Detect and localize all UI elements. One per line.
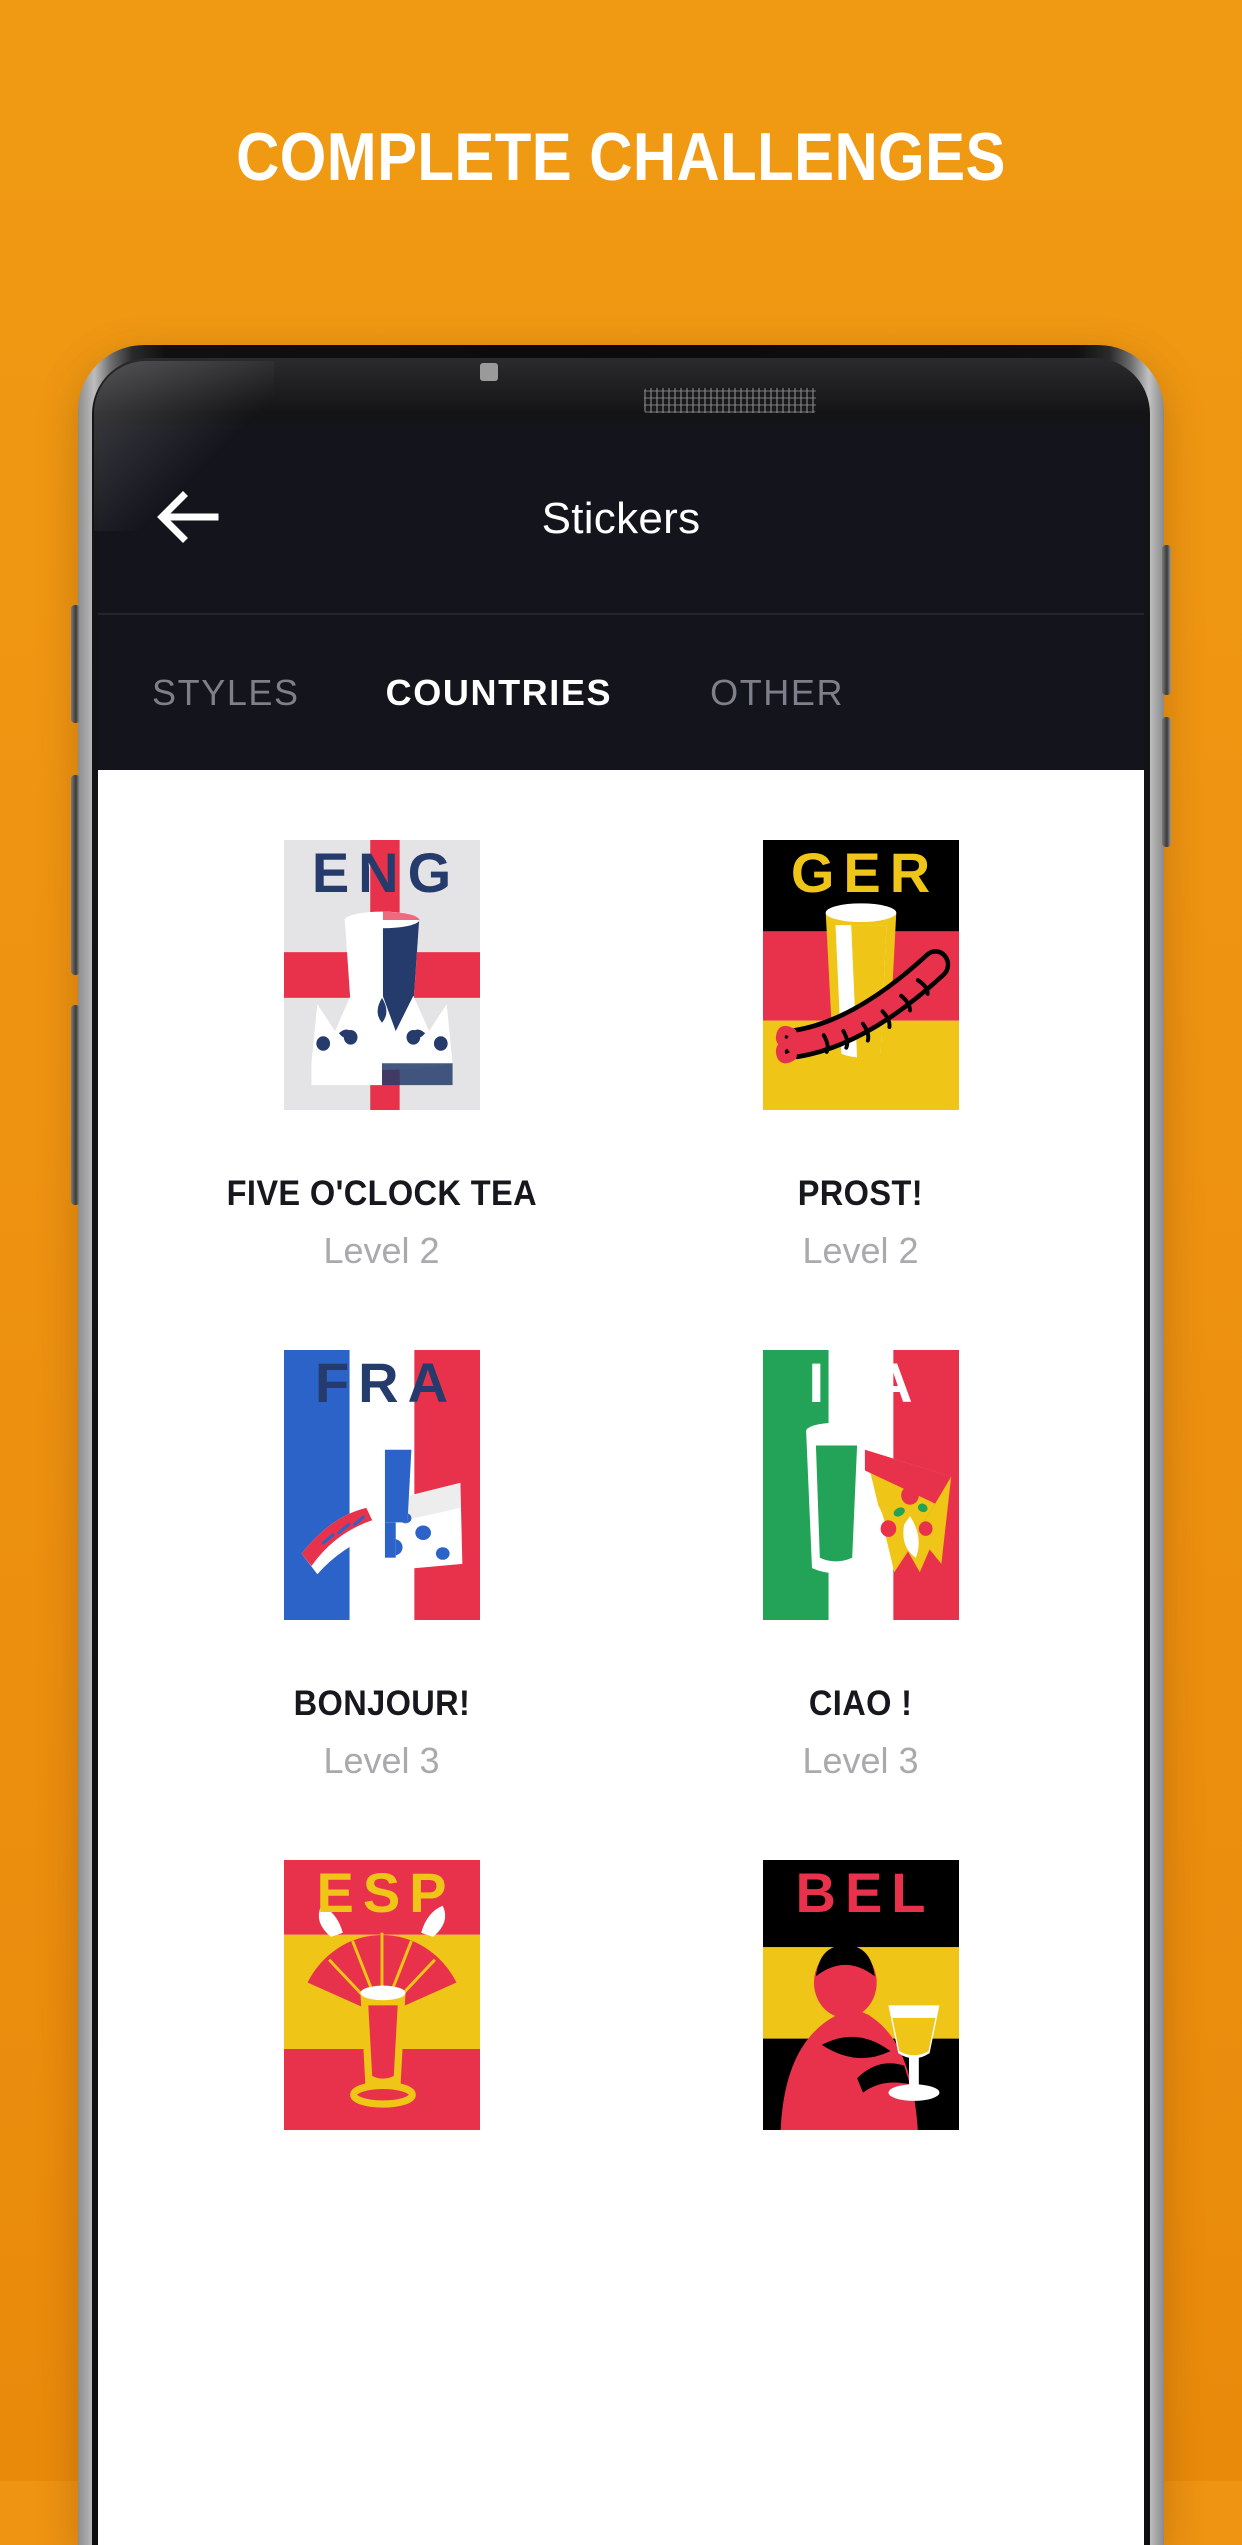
stamp-inner-frame: FRA xyxy=(275,1342,488,1628)
stamp-inner-frame: ESP xyxy=(275,1852,488,2138)
app-bar-title: Stickers xyxy=(541,494,701,543)
stamp-inner-frame: ENG xyxy=(275,832,488,1118)
sticker-card-fra[interactable]: FRA BONJOUR! Level 3 xyxy=(142,1316,621,1782)
sticker-card-eng[interactable]: ENG FIVE O'CLOCK TEA Level 2 xyxy=(142,806,621,1272)
stamp-inner-frame: BEL xyxy=(754,1852,967,2138)
stamp-ger: GER xyxy=(728,806,993,1144)
stamp-bel: BEL xyxy=(728,1826,993,2164)
sticker-title-fra: BONJOUR! xyxy=(293,1684,470,1723)
stamp-artwork-eng: ENG xyxy=(283,840,480,1110)
stamp-artwork-ger: GER xyxy=(762,840,959,1110)
phone-side-button-left-bottom[interactable] xyxy=(71,1005,80,1205)
page-title: COMPLETE CHALLENGES xyxy=(236,119,1006,195)
stamp-code-esp: ESP xyxy=(316,1861,456,1924)
stamp-artwork-esp: ESP xyxy=(283,1860,480,2130)
back-button[interactable] xyxy=(136,467,240,571)
sticker-grid-scroll-area[interactable]: ENG FIVE O'CLOCK TEA Level 2 GER PROST! … xyxy=(98,770,1144,2210)
phone-side-button-right-top[interactable] xyxy=(1162,545,1171,695)
stamp-code-ger: GER xyxy=(790,841,940,904)
sticker-grid: ENG FIVE O'CLOCK TEA Level 2 GER PROST! … xyxy=(98,770,1144,2210)
stamp-esp: ESP xyxy=(249,1826,514,2164)
stamp-eng: ENG xyxy=(249,806,514,1144)
stamp-artwork-ita: ITA xyxy=(762,1350,959,1620)
stamp-ita: ITA xyxy=(728,1316,993,1654)
sticker-level-ger: Level 2 xyxy=(802,1230,919,1271)
phone-side-button-left-top[interactable] xyxy=(71,605,80,723)
sticker-title-eng: FIVE O'CLOCK TEA xyxy=(226,1174,537,1213)
phone-device-mockup: Stickers STYLES COUNTRIES OTHER ENG FIVE… xyxy=(71,345,1171,2545)
sticker-card-bel[interactable]: BEL xyxy=(621,1826,1100,2210)
stamp-code-fra: FRA xyxy=(314,1351,458,1414)
phone-side-button-left-mid[interactable] xyxy=(71,775,80,975)
sticker-card-ita[interactable]: ITA CIAO ! Level 3 xyxy=(621,1316,1100,1782)
stamp-artwork-bel: BEL xyxy=(762,1860,959,2130)
phone-screen: Stickers STYLES COUNTRIES OTHER ENG FIVE… xyxy=(98,425,1144,2545)
stamp-artwork-fra: FRA xyxy=(283,1350,480,1620)
sticker-card-esp[interactable]: ESP xyxy=(142,1826,621,2210)
stamp-code-ita: ITA xyxy=(808,1351,922,1414)
stamp-inner-frame: ITA xyxy=(754,1342,967,1628)
earpiece-speaker-icon xyxy=(644,388,816,413)
arrow-left-icon xyxy=(157,490,219,548)
sticker-level-ita: Level 3 xyxy=(802,1740,919,1781)
sticker-title-ger: PROST! xyxy=(797,1174,924,1213)
sticker-level-fra: Level 3 xyxy=(323,1740,440,1781)
sticker-level-eng: Level 2 xyxy=(323,1230,440,1271)
front-sensor-icon xyxy=(480,363,498,381)
stamp-fra: FRA xyxy=(249,1316,514,1654)
sticker-card-ger[interactable]: GER PROST! Level 2 xyxy=(621,806,1100,1272)
tab-other[interactable]: OTHER xyxy=(684,672,870,714)
app-bar: Stickers xyxy=(98,425,1144,613)
tab-styles[interactable]: STYLES xyxy=(126,672,326,714)
stamp-code-eng: ENG xyxy=(311,841,461,904)
stamp-code-bel: BEL xyxy=(795,1861,935,1924)
stamp-inner-frame: GER xyxy=(754,832,967,1118)
tab-bar: STYLES COUNTRIES OTHER xyxy=(98,615,1144,770)
phone-side-button-right-bottom[interactable] xyxy=(1162,717,1171,847)
sticker-title-ita: CIAO ! xyxy=(808,1684,913,1723)
tab-countries[interactable]: COUNTRIES xyxy=(360,672,638,714)
